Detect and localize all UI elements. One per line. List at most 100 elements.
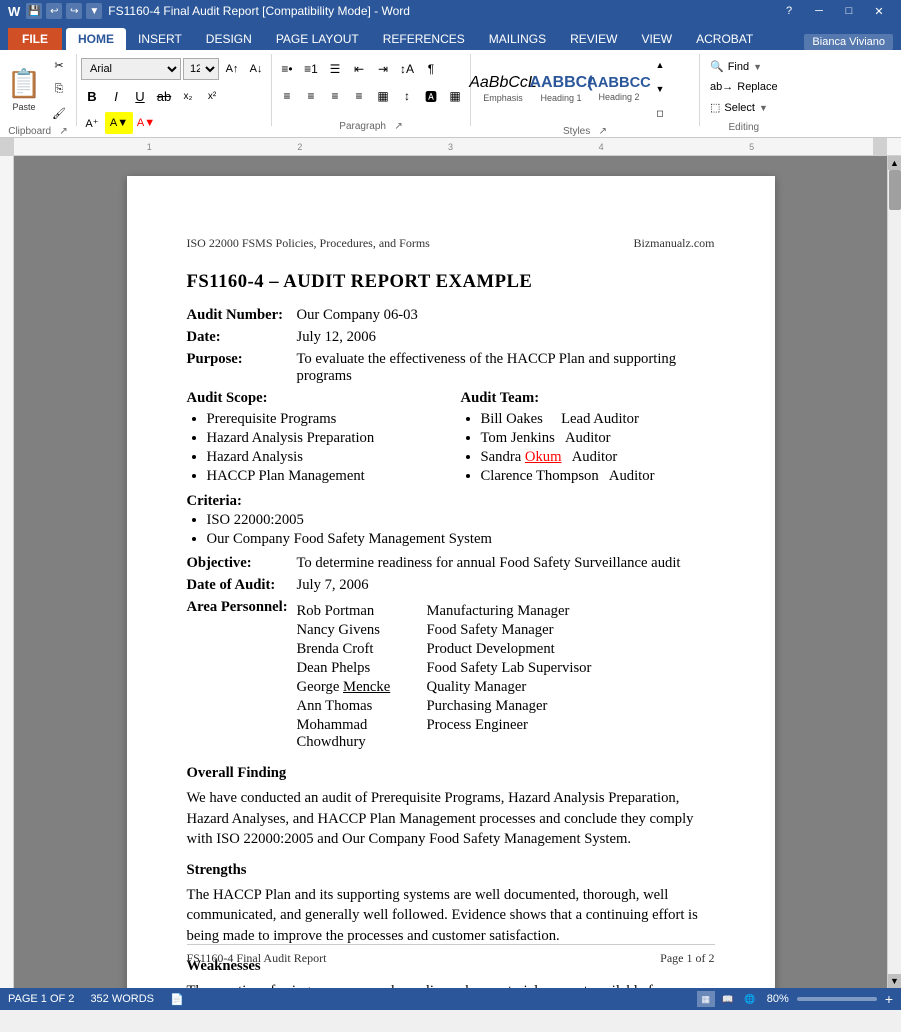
close-btn[interactable]: ✕ [865, 2, 893, 20]
show-formatting-btn[interactable]: ¶ [420, 58, 442, 80]
tab-review[interactable]: REVIEW [558, 28, 629, 50]
doc-header-left: ISO 22000 FSMS Policies, Procedures, and… [187, 236, 430, 251]
document-page[interactable]: ISO 22000 FSMS Policies, Procedures, and… [127, 176, 775, 988]
criteria-label: Criteria: [187, 493, 715, 510]
vertical-scrollbar[interactable]: ▲ ▼ [887, 156, 901, 988]
tab-file[interactable]: FILE [8, 28, 62, 50]
left-ruler [0, 156, 14, 988]
styles-scroll-up[interactable]: ▲ [649, 54, 671, 76]
format-painter-button[interactable]: 🖌 [46, 102, 72, 124]
styles-label: Styles ↗ [475, 124, 695, 139]
maximize-btn[interactable]: □ [835, 2, 863, 20]
copy-button[interactable]: ⎘ [46, 78, 72, 100]
doc-footer: FS1160-4 Final Audit Report Page 1 of 2 [187, 944, 715, 966]
ribbon-group-styles: AaBbCcL Emphasis AABBC( Heading 1 AABBCC… [475, 54, 695, 134]
find-icon: 🔍 [710, 60, 724, 73]
styles-more[interactable]: ◻ [649, 102, 671, 124]
weaknesses-text1: The practice of using non approved suppl… [187, 981, 715, 988]
find-button[interactable]: 🔍 Find ▼ [704, 58, 784, 75]
divider-1 [76, 54, 77, 126]
strengths-text: The HACCP Plan and its supporting system… [187, 885, 715, 947]
numbering-btn[interactable]: ≡1 [300, 58, 322, 80]
cut-button[interactable]: ✂ [46, 54, 72, 76]
align-center-btn[interactable]: ≡ [300, 85, 322, 107]
date-value: July 12, 2006 [297, 329, 376, 346]
align-left-btn[interactable]: ≡ [276, 85, 298, 107]
scroll-track[interactable] [888, 170, 901, 974]
tab-acrobat[interactable]: ACROBAT [684, 28, 765, 50]
scroll-up-btn[interactable]: ▲ [888, 156, 901, 170]
print-view-btn[interactable]: ▦ [697, 991, 715, 1007]
italic-button[interactable]: I [105, 85, 127, 107]
undo-quick-btn[interactable]: ↩ [46, 3, 62, 19]
justify-btn[interactable]: ≡ [348, 85, 370, 107]
select-icon: ⬚ [710, 101, 720, 114]
objective-label: Objective: [187, 555, 297, 572]
superscript-button[interactable]: x² [201, 85, 223, 107]
zoom-in-btn[interactable]: + [885, 991, 893, 1007]
column-btn[interactable]: ▦ [372, 85, 394, 107]
style-heading1[interactable]: AABBC( Heading 1 [533, 60, 589, 118]
tab-design[interactable]: DESIGN [194, 28, 264, 50]
save-quick-btn[interactable]: 💾 [26, 3, 42, 19]
style-emphasis[interactable]: AaBbCcL Emphasis [475, 60, 531, 118]
doc-footer-right: Page 1 of 2 [660, 951, 714, 966]
select-button[interactable]: ⬚ Select ▼ [704, 99, 784, 116]
team-member-2: Tom Jenkins Auditor [481, 430, 715, 447]
web-view-btn[interactable]: 🌐 [741, 991, 759, 1007]
personnel-4: Dean Phelps Food Safety Lab Supervisor [297, 660, 592, 677]
bullets-btn[interactable]: ≡• [276, 58, 298, 80]
date-label: Date: [187, 329, 297, 346]
font-name-select[interactable]: Arial [81, 58, 181, 80]
tab-home[interactable]: HOME [66, 28, 126, 50]
divider-4 [699, 54, 700, 126]
text-effects-btn[interactable]: A⁺ [81, 112, 103, 134]
bold-button[interactable]: B [81, 85, 103, 107]
minimize-btn[interactable]: ─ [805, 2, 833, 20]
increase-font-btn[interactable]: A↑ [221, 58, 243, 80]
title-bar: W 💾 ↩ ↪ ▼ FS1160-4 Final Audit Report [C… [0, 0, 901, 22]
font-color-btn[interactable]: A▼ [135, 112, 157, 134]
tab-view[interactable]: VIEW [629, 28, 684, 50]
strikethrough-button[interactable]: ab [153, 85, 175, 107]
subscript-button[interactable]: x₂ [177, 85, 199, 107]
tab-page-layout[interactable]: PAGE LAYOUT [264, 28, 371, 50]
increase-indent-btn[interactable]: ⇥ [372, 58, 394, 80]
audit-scope-label: Audit Scope: [187, 390, 441, 407]
quick-access-dropdown[interactable]: ▼ [86, 3, 102, 19]
border-btn[interactable]: ▦ [444, 85, 466, 107]
tab-insert[interactable]: INSERT [126, 28, 194, 50]
read-view-btn[interactable]: 📖 [719, 991, 737, 1007]
divider-2 [271, 54, 272, 126]
field-audit-number: Audit Number: Our Company 06-03 [187, 307, 715, 324]
style-heading2[interactable]: AABBCC Heading 2 [591, 60, 647, 118]
replace-button[interactable]: ab→ Replace [704, 79, 784, 95]
line-spacing-btn[interactable]: ↕ [396, 85, 418, 107]
window-controls: ? ─ □ ✕ [775, 2, 893, 20]
multilevel-btn[interactable]: ☰ [324, 58, 346, 80]
name-underline: Okum [525, 449, 562, 465]
font-size-select[interactable]: 12 [183, 58, 219, 80]
styles-list: AaBbCcL Emphasis AABBC( Heading 1 AABBCC… [475, 54, 671, 124]
team-member-3: Sandra Okum Auditor [481, 449, 715, 466]
tab-mailings[interactable]: MAILINGS [477, 28, 558, 50]
decrease-indent-btn[interactable]: ⇤ [348, 58, 370, 80]
status-right: ▦ 📖 🌐 80% + [697, 991, 893, 1007]
zoom-slider[interactable] [797, 997, 877, 1001]
document-content-area[interactable]: ISO 22000 FSMS Policies, Procedures, and… [14, 156, 887, 988]
highlight-btn[interactable]: A▼ [105, 112, 133, 134]
help-btn[interactable]: ? [775, 2, 803, 20]
redo-quick-btn[interactable]: ↪ [66, 3, 82, 19]
heading1-preview: AABBC( [529, 75, 592, 91]
scroll-thumb[interactable] [889, 170, 901, 210]
sort-btn[interactable]: ↕A [396, 58, 418, 80]
shading-btn[interactable]: 🅰 [420, 85, 442, 107]
scroll-down-btn[interactable]: ▼ [888, 974, 901, 988]
tab-references[interactable]: REFERENCES [371, 28, 477, 50]
styles-scroll-down[interactable]: ▼ [649, 78, 671, 100]
align-right-btn[interactable]: ≡ [324, 85, 346, 107]
underline-button[interactable]: U [129, 85, 151, 107]
user-account[interactable]: Bianca Viviano [804, 34, 893, 50]
decrease-font-btn[interactable]: A↓ [245, 58, 267, 80]
paste-button[interactable]: 📋 Paste [4, 62, 44, 116]
